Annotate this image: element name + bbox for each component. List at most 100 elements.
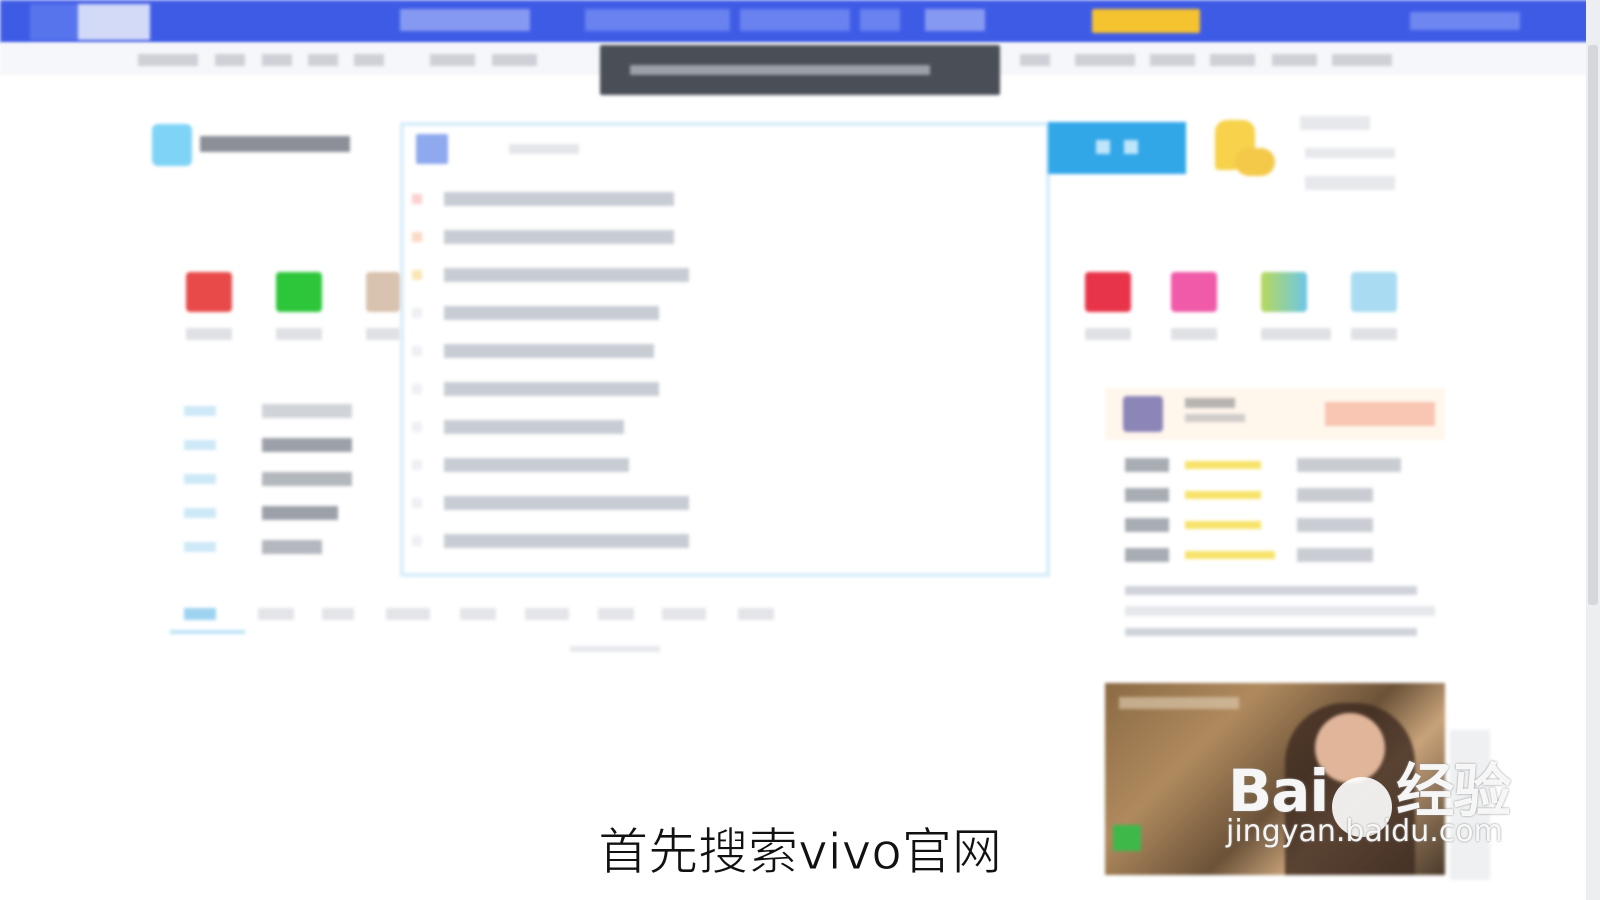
suggestion-text xyxy=(444,420,624,434)
search-suggestion-box[interactable] xyxy=(400,122,1050,577)
app-shortcut[interactable] xyxy=(1077,272,1137,352)
hot-text xyxy=(1297,488,1373,502)
news-line[interactable] xyxy=(1125,628,1417,636)
nav-item[interactable] xyxy=(492,54,537,66)
hot-bar xyxy=(1185,491,1261,499)
app-shortcut[interactable] xyxy=(178,272,238,352)
hot-bar xyxy=(1185,551,1275,559)
tab-underline xyxy=(170,630,245,634)
list-tag xyxy=(184,474,216,484)
list-item[interactable] xyxy=(184,472,354,486)
feed-tab[interactable] xyxy=(738,608,774,620)
app-icon xyxy=(1085,272,1131,312)
app-shortcut[interactable] xyxy=(1253,272,1331,352)
app-label xyxy=(366,328,400,340)
top-tab[interactable] xyxy=(585,9,730,31)
top-tab[interactable] xyxy=(400,9,530,31)
browser-top-bar xyxy=(0,0,1600,43)
news-line[interactable] xyxy=(1125,586,1417,595)
search-button[interactable] xyxy=(1048,122,1186,174)
nav-item[interactable] xyxy=(138,54,198,66)
feed-divider xyxy=(570,646,660,652)
suggestion-item[interactable] xyxy=(412,496,692,510)
page-scrollbar[interactable] xyxy=(1586,0,1600,900)
feed-tab[interactable] xyxy=(525,608,569,620)
weather-icon[interactable] xyxy=(1215,120,1275,180)
nav-item[interactable] xyxy=(354,54,384,66)
url-tooltip xyxy=(600,45,1000,95)
app-label xyxy=(1261,328,1331,340)
hot-item[interactable] xyxy=(1125,488,1405,502)
scrollbar-thumb[interactable] xyxy=(1588,45,1598,605)
feed-tab[interactable] xyxy=(258,608,294,620)
list-text xyxy=(262,404,352,418)
suggestion-text xyxy=(444,192,674,206)
app-shortcut[interactable] xyxy=(1163,272,1223,352)
list-tag xyxy=(184,542,216,552)
rank-marker xyxy=(412,194,422,204)
suggestion-item[interactable] xyxy=(412,306,692,320)
feed-tab[interactable] xyxy=(598,608,634,620)
feed-tab[interactable] xyxy=(386,608,430,620)
list-tag xyxy=(184,440,216,450)
app-icon xyxy=(366,272,400,312)
list-item[interactable] xyxy=(184,404,354,418)
hot-item[interactable] xyxy=(1125,458,1405,472)
list-text xyxy=(262,438,352,452)
suggestion-text xyxy=(444,496,689,510)
nav-item[interactable] xyxy=(308,54,338,66)
nav-item[interactable] xyxy=(1272,54,1317,66)
search-input[interactable] xyxy=(509,144,579,154)
app-shortcut[interactable] xyxy=(358,272,418,352)
card-avatar xyxy=(1123,396,1163,432)
feed-tab[interactable] xyxy=(322,608,354,620)
top-user-area[interactable] xyxy=(1410,12,1520,30)
weather-temp xyxy=(1305,148,1395,158)
top-tab[interactable] xyxy=(740,9,850,31)
app-shortcut[interactable] xyxy=(268,272,328,352)
search-button-glyph xyxy=(1096,140,1110,154)
list-item[interactable] xyxy=(184,540,354,554)
list-item[interactable] xyxy=(184,506,354,520)
hot-card[interactable] xyxy=(1105,388,1445,440)
app-shortcut[interactable] xyxy=(1343,272,1403,352)
nav-item[interactable] xyxy=(215,54,245,66)
feed-tab[interactable] xyxy=(184,608,216,620)
suggestion-item[interactable] xyxy=(412,230,692,244)
top-tab[interactable] xyxy=(925,9,985,31)
suggestion-item[interactable] xyxy=(412,268,692,282)
suggestion-item[interactable] xyxy=(412,420,692,434)
nav-item[interactable] xyxy=(1020,54,1050,66)
suggestion-item[interactable] xyxy=(412,534,692,548)
top-tab[interactable] xyxy=(860,9,900,31)
nav-item[interactable] xyxy=(1075,54,1135,66)
nav-item[interactable] xyxy=(430,54,475,66)
suggestion-item[interactable] xyxy=(412,458,692,472)
hot-item[interactable] xyxy=(1125,548,1405,562)
weather-city[interactable] xyxy=(1300,116,1370,130)
top-action-button[interactable] xyxy=(1092,9,1200,33)
rank-marker xyxy=(412,232,422,242)
nav-item[interactable] xyxy=(1210,54,1255,66)
browser-logo-icon[interactable] xyxy=(30,4,150,40)
card-title xyxy=(1185,398,1235,408)
suggestion-item[interactable] xyxy=(412,344,692,358)
suggestion-text xyxy=(444,458,629,472)
feed-tab[interactable] xyxy=(460,608,496,620)
suggestion-item[interactable] xyxy=(412,382,692,396)
nav-item[interactable] xyxy=(262,54,292,66)
nav-item[interactable] xyxy=(1332,54,1392,66)
app-icon xyxy=(1171,272,1217,312)
nav-item[interactable] xyxy=(1150,54,1195,66)
app-label xyxy=(1085,328,1131,340)
rank-marker xyxy=(412,460,422,470)
news-line[interactable] xyxy=(1125,606,1435,616)
hot-bar xyxy=(1185,461,1261,469)
card-sub xyxy=(1185,414,1245,422)
list-item[interactable] xyxy=(184,438,354,452)
site-logo[interactable] xyxy=(152,124,362,166)
suggestion-item[interactable] xyxy=(412,192,692,206)
hot-bar xyxy=(1185,521,1261,529)
hot-item[interactable] xyxy=(1125,518,1405,532)
feed-tab[interactable] xyxy=(662,608,706,620)
